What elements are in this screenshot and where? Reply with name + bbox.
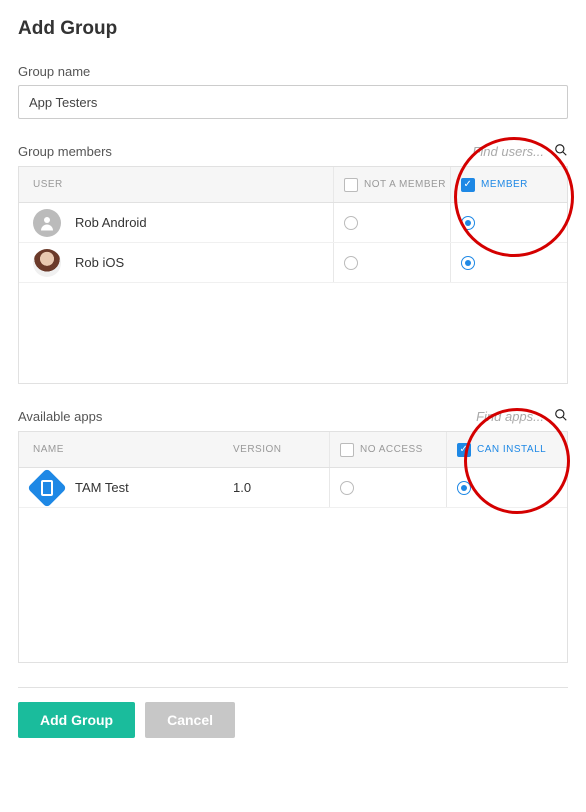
search-icon[interactable] xyxy=(554,408,568,425)
col-not-member[interactable]: NOT A MEMBER xyxy=(333,167,450,202)
checkbox-checked-icon: ✓ xyxy=(457,443,471,457)
radio-member[interactable] xyxy=(461,256,475,270)
col-version-hdr: VERSION xyxy=(233,444,282,455)
col-can-install[interactable]: ✓ CAN INSTALL xyxy=(446,432,563,467)
checkbox-icon xyxy=(340,443,354,457)
table-row: Rob Android xyxy=(19,203,567,243)
group-name-label: Group name xyxy=(18,64,568,79)
col-user-hdr: USER xyxy=(33,179,63,190)
members-table-header: USER NOT A MEMBER ✓ MEMBER xyxy=(19,167,567,203)
radio-no-access[interactable] xyxy=(340,481,354,495)
radio-not-member[interactable] xyxy=(344,256,358,270)
radio-can-install[interactable] xyxy=(457,481,471,495)
avatar-icon xyxy=(33,249,61,277)
checkbox-checked-icon: ✓ xyxy=(461,178,475,192)
col-member[interactable]: ✓ MEMBER xyxy=(450,167,567,202)
app-version: 1.0 xyxy=(233,480,251,495)
radio-member[interactable] xyxy=(461,216,475,230)
group-members-title: Group members xyxy=(18,144,112,159)
apps-table-header: NAME VERSION NO ACCESS ✓ CAN INSTALL xyxy=(19,432,567,468)
group-name-input[interactable] xyxy=(18,85,568,119)
cancel-button[interactable]: Cancel xyxy=(145,702,235,738)
user-name: Rob Android xyxy=(75,215,147,230)
user-name: Rob iOS xyxy=(75,255,124,270)
divider xyxy=(18,687,568,688)
available-apps-title: Available apps xyxy=(18,409,102,424)
col-name-hdr: NAME xyxy=(33,444,64,455)
app-icon xyxy=(27,468,67,508)
add-group-button[interactable]: Add Group xyxy=(18,702,135,738)
app-name: TAM Test xyxy=(75,480,129,495)
avatar-icon xyxy=(33,209,61,237)
table-row: Rob iOS xyxy=(19,243,567,283)
col-no-access[interactable]: NO ACCESS xyxy=(329,432,446,467)
radio-not-member[interactable] xyxy=(344,216,358,230)
find-apps-placeholder[interactable]: Find apps... xyxy=(476,409,544,424)
checkbox-icon xyxy=(344,178,358,192)
search-icon[interactable] xyxy=(554,143,568,160)
find-users-placeholder[interactable]: Find users... xyxy=(472,144,544,159)
page-title: Add Group xyxy=(18,18,568,40)
table-row: TAM Test 1.0 xyxy=(19,468,567,508)
